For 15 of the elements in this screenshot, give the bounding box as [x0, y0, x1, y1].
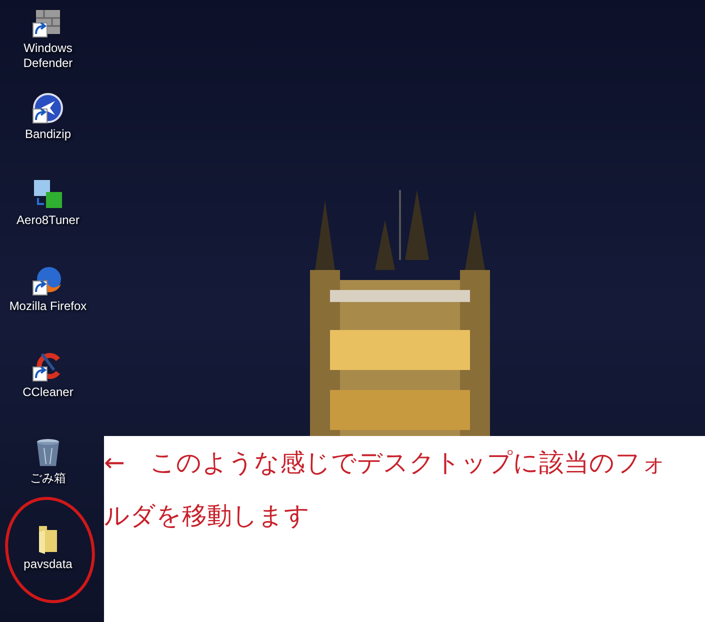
desktop-icon[interactable]: Aero8Tuner — [0, 178, 96, 264]
annotation-text: ← このような感じでデスクトップに該当のフォルダを移動します — [104, 447, 668, 532]
icon-label: Mozilla Firefox — [8, 299, 88, 314]
desktop-icon[interactable]: Bandizip — [0, 92, 96, 178]
desktop-icon[interactable]: Windows Defender — [0, 6, 96, 92]
icon-label: CCleaner — [22, 385, 74, 400]
desktop-icon[interactable]: Mozilla Firefox — [0, 264, 96, 350]
icon-label: ごみ箱 — [29, 471, 67, 486]
desktop-icon[interactable]: ごみ箱 — [0, 436, 96, 522]
icon-label: Bandizip — [24, 127, 72, 142]
icon-label: Windows Defender — [22, 41, 74, 71]
folder-shortcut[interactable]: pavsdata — [0, 522, 96, 608]
desktop-icon[interactable]: CCleaner — [0, 350, 96, 436]
icon-label: Aero8Tuner — [16, 213, 80, 228]
icon-label: pavsdata — [22, 557, 74, 572]
